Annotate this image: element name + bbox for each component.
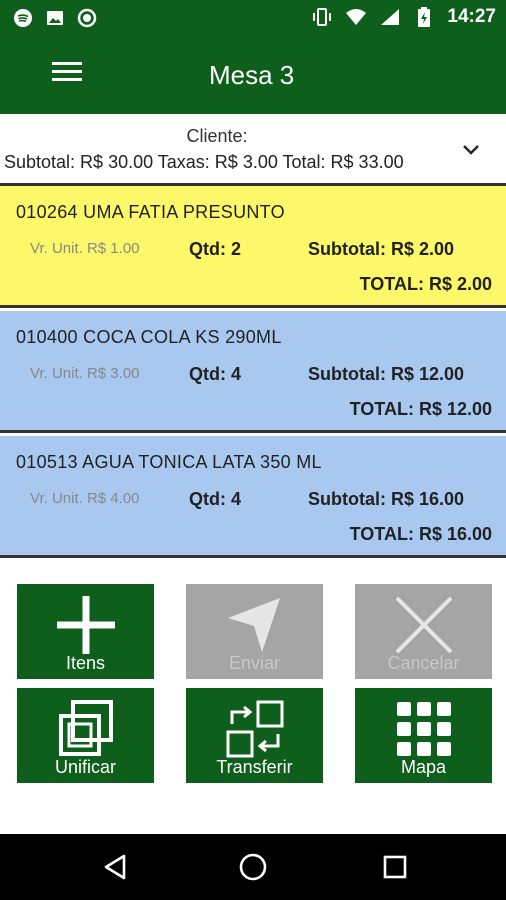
order-item[interactable]: 010400 COCA COLA KS 290ML Vr. Unit. R$ 3… — [0, 311, 506, 433]
item-quantity: Qtd: 4 — [189, 489, 241, 509]
mapa-button[interactable]: Mapa — [355, 688, 492, 783]
home-icon[interactable] — [238, 852, 268, 882]
cell-signal-icon — [379, 6, 401, 28]
enviar-button[interactable]: Enviar — [186, 584, 323, 679]
unificar-button[interactable]: Unificar — [17, 688, 154, 783]
item-unit-price: Vr. Unit. R$ 4.00 — [30, 490, 140, 507]
item-name: 010264 UMA FATIA PRESUNTO — [16, 202, 285, 222]
plus-icon — [17, 594, 154, 654]
status-bar: 14:27 — [0, 0, 506, 36]
chevron-down-icon[interactable] — [460, 138, 482, 160]
order-item[interactable]: 010264 UMA FATIA PRESUNTO Vr. Unit. R$ 1… — [0, 186, 506, 308]
item-name: 010400 COCA COLA KS 290ML — [16, 327, 282, 347]
unificar-label: Unificar — [54, 757, 116, 777]
spotify-icon — [12, 7, 34, 29]
item-subtotal: Subtotal: R$ 12.00 — [308, 364, 465, 384]
item-quantity: Qtd: 4 — [189, 364, 241, 384]
page-title: Mesa 3 — [209, 60, 295, 90]
cliente-label: Cliente: — [186, 126, 248, 146]
item-name: 010513 AGUA TONICA LATA 350 ML — [16, 452, 322, 472]
hamburger-icon — [52, 62, 82, 65]
item-total: TOTAL: R$ 16.00 — [349, 524, 492, 544]
transfer-icon — [186, 698, 323, 758]
circle-notification-icon — [76, 7, 98, 29]
mapa-label: Mapa — [400, 757, 447, 777]
itens-label: Itens — [65, 653, 106, 673]
transferir-label: Transferir — [216, 757, 293, 777]
itens-button[interactable]: Itens — [17, 584, 154, 679]
item-subtotal: Subtotal: R$ 16.00 — [308, 489, 465, 509]
order-summary[interactable]: Cliente: Subtotal: R$ 30.00 Taxas: R$ 3.… — [0, 114, 506, 186]
merge-squares-icon — [17, 698, 154, 756]
item-total: TOTAL: R$ 12.00 — [349, 399, 492, 419]
cancelar-button[interactable]: Cancelar — [355, 584, 492, 679]
item-subtotal: Subtotal: R$ 2.00 — [308, 239, 455, 259]
battery-icon — [413, 6, 435, 28]
cancelar-label: Cancelar — [387, 653, 460, 673]
item-total: TOTAL: R$ 2.00 — [359, 274, 492, 294]
item-unit-price: Vr. Unit. R$ 1.00 — [30, 240, 140, 257]
close-icon — [355, 594, 492, 654]
enviar-label: Enviar — [228, 653, 281, 673]
menu-button[interactable] — [52, 62, 82, 86]
clock: 14:27 — [447, 6, 496, 27]
transferir-button[interactable]: Transferir — [186, 688, 323, 783]
app-bar: Mesa 3 — [0, 36, 506, 114]
system-nav-bar — [0, 834, 506, 900]
recents-icon[interactable] — [380, 852, 410, 882]
item-unit-price: Vr. Unit. R$ 3.00 — [30, 365, 140, 382]
item-quantity: Qtd: 2 — [189, 239, 241, 259]
order-item[interactable]: 010513 AGUA TONICA LATA 350 ML Vr. Unit.… — [0, 436, 506, 558]
vibrate-icon — [311, 6, 333, 28]
image-icon — [44, 7, 66, 29]
order-totals: Subtotal: R$ 30.00 Taxas: R$ 3.00 Total:… — [4, 152, 404, 172]
grid-map-icon — [355, 698, 492, 756]
wifi-icon — [345, 6, 367, 28]
send-arrow-icon — [186, 594, 323, 652]
back-icon[interactable] — [100, 852, 130, 882]
